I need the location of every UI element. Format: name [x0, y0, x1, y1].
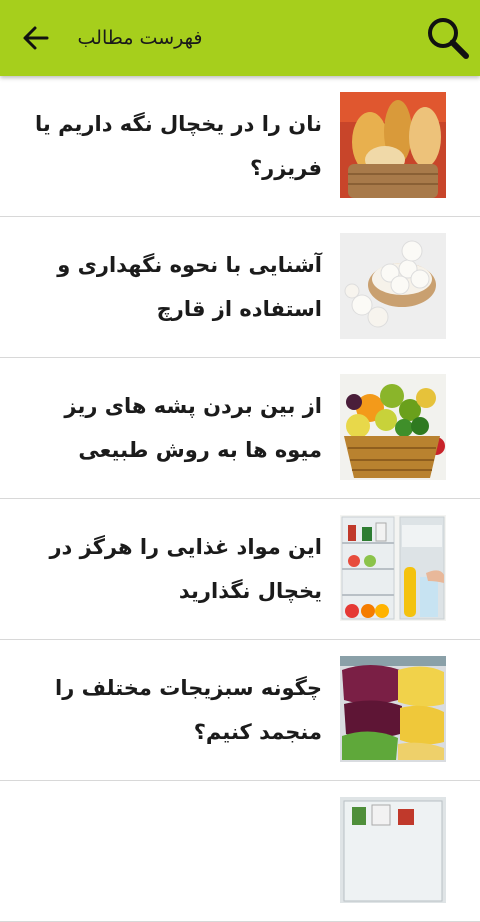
list-item[interactable]: آشنایی با نحوه نگهداری و استفاده از قارچ	[0, 217, 480, 358]
open-fridge-thumbnail	[340, 515, 446, 621]
page-title: فهرست مطالب	[77, 27, 203, 49]
article-title: آشنایی با نحوه نگهداری و استفاده از قارچ	[57, 253, 322, 321]
bread-basket-thumbnail	[340, 92, 446, 198]
fruit-basket-thumbnail	[340, 374, 446, 480]
search-button[interactable]	[424, 14, 472, 62]
app-bar: فهرست مطالب	[0, 0, 480, 76]
fridge-thumbnail	[340, 797, 446, 903]
list-item[interactable]: چگونه سبزیجات مختلف را منجمد کنیم؟	[0, 640, 480, 781]
mushrooms-thumbnail	[340, 233, 446, 339]
back-button[interactable]	[18, 20, 54, 56]
list-item[interactable]: از بین بردن پشه های ریز میوه ها به روش ط…	[0, 358, 480, 499]
list-item[interactable]	[0, 781, 480, 922]
arrow-left-icon	[23, 26, 49, 50]
article-list: نان را در یخچال نگه داریم یا فریزر؟ آشنا…	[0, 76, 480, 922]
article-title: چگونه سبزیجات مختلف را منجمد کنیم؟	[55, 676, 322, 744]
frozen-vegetables-thumbnail	[340, 656, 446, 762]
search-icon	[428, 18, 469, 59]
article-title: این مواد غذایی را هرگز در یخچال نگذارید	[49, 535, 322, 603]
list-item[interactable]: این مواد غذایی را هرگز در یخچال نگذارید	[0, 499, 480, 640]
article-title: نان را در یخچال نگه داریم یا فریزر؟	[35, 112, 322, 180]
list-item[interactable]: نان را در یخچال نگه داریم یا فریزر؟	[0, 76, 480, 217]
article-title: از بین بردن پشه های ریز میوه ها به روش ط…	[64, 394, 322, 462]
